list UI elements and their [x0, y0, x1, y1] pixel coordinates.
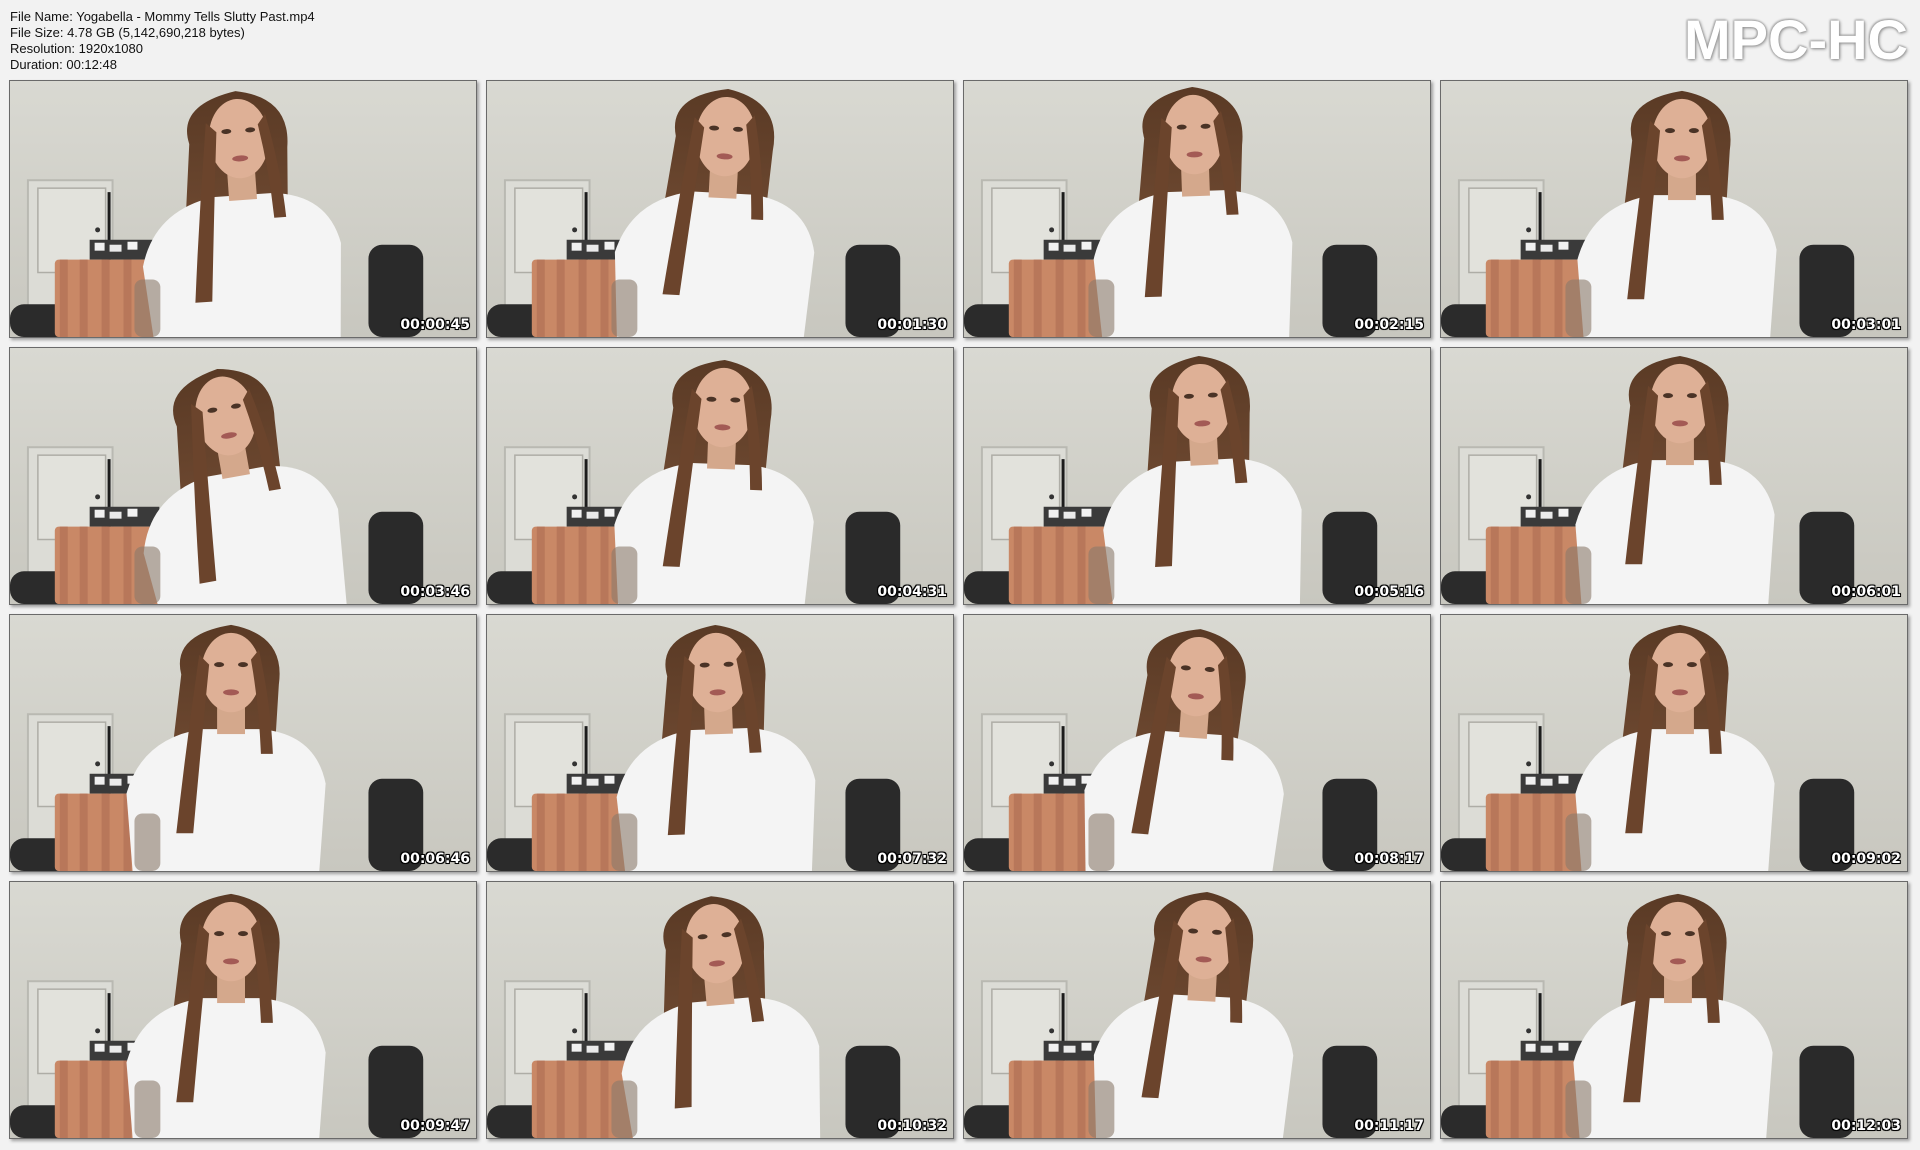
video-frame-image — [964, 348, 1430, 604]
thumbnail-frame: 00:00:45 — [9, 80, 477, 338]
video-frame-image — [1441, 615, 1907, 871]
thumbnail-frame: 00:09:02 — [1440, 614, 1908, 872]
thumbnail-frame: 00:11:17 — [963, 881, 1431, 1139]
thumbnail-frame: 00:08:17 — [963, 614, 1431, 872]
thumbnail-frame: 00:05:16 — [963, 347, 1431, 605]
video-frame-image — [10, 615, 476, 871]
thumbnail-frame: 00:09:47 — [9, 881, 477, 1139]
video-frame-image — [964, 882, 1430, 1138]
thumbnail-frame: 00:06:46 — [9, 614, 477, 872]
video-frame-image — [10, 348, 476, 604]
timestamp-label: 00:11:17 — [1354, 1118, 1424, 1134]
video-frame-image — [10, 882, 476, 1138]
timestamp-label: 00:03:01 — [1831, 317, 1901, 333]
timestamp-label: 00:05:16 — [1354, 584, 1424, 600]
mpc-hc-logo: MPC-HC — [1684, 8, 1908, 71]
thumbnail-frame: 00:03:01 — [1440, 80, 1908, 338]
video-frame-image — [10, 81, 476, 337]
thumbnail-frame: 00:01:30 — [486, 80, 954, 338]
video-frame-image — [487, 348, 953, 604]
timestamp-label: 00:10:32 — [877, 1118, 947, 1134]
video-frame-image — [1441, 348, 1907, 604]
timestamp-label: 00:09:47 — [400, 1118, 470, 1134]
thumbnail-frame: 00:02:15 — [963, 80, 1431, 338]
timestamp-label: 00:12:03 — [1831, 1118, 1901, 1134]
file-name-text: File Name: Yogabella - Mommy Tells Slutt… — [10, 9, 315, 24]
thumbnail-frame: 00:07:32 — [486, 614, 954, 872]
video-frame-image — [487, 882, 953, 1138]
thumbnail-grid: 00:00:45 00:01:30 00:02:15 00:03:01 00:0… — [9, 80, 1908, 1139]
video-frame-image — [964, 615, 1430, 871]
timestamp-label: 00:08:17 — [1354, 851, 1424, 867]
resolution-text: Resolution: 1920x1080 — [10, 41, 143, 56]
timestamp-label: 00:07:32 — [877, 851, 947, 867]
timestamp-label: 00:06:01 — [1831, 584, 1901, 600]
thumbnail-frame: 00:10:32 — [486, 881, 954, 1139]
thumbnail-frame: 00:06:01 — [1440, 347, 1908, 605]
thumbnail-frame: 00:12:03 — [1440, 881, 1908, 1139]
file-size-text: File Size: 4.78 GB (5,142,690,218 bytes) — [10, 25, 245, 40]
timestamp-label: 00:06:46 — [400, 851, 470, 867]
thumbnail-frame: 00:03:46 — [9, 347, 477, 605]
timestamp-label: 00:03:46 — [400, 584, 470, 600]
file-info: File Name: Yogabella - Mommy Tells Slutt… — [10, 9, 315, 73]
video-frame-image — [1441, 81, 1907, 337]
timestamp-label: 00:04:31 — [877, 584, 947, 600]
timestamp-label: 00:09:02 — [1831, 851, 1901, 867]
duration-text: Duration: 00:12:48 — [10, 57, 117, 72]
thumbnail-frame: 00:04:31 — [486, 347, 954, 605]
timestamp-label: 00:02:15 — [1354, 317, 1424, 333]
timestamp-label: 00:01:30 — [877, 317, 947, 333]
video-frame-image — [964, 81, 1430, 337]
video-frame-image — [487, 615, 953, 871]
video-frame-image — [1441, 882, 1907, 1138]
video-frame-image — [487, 81, 953, 337]
timestamp-label: 00:00:45 — [400, 317, 470, 333]
